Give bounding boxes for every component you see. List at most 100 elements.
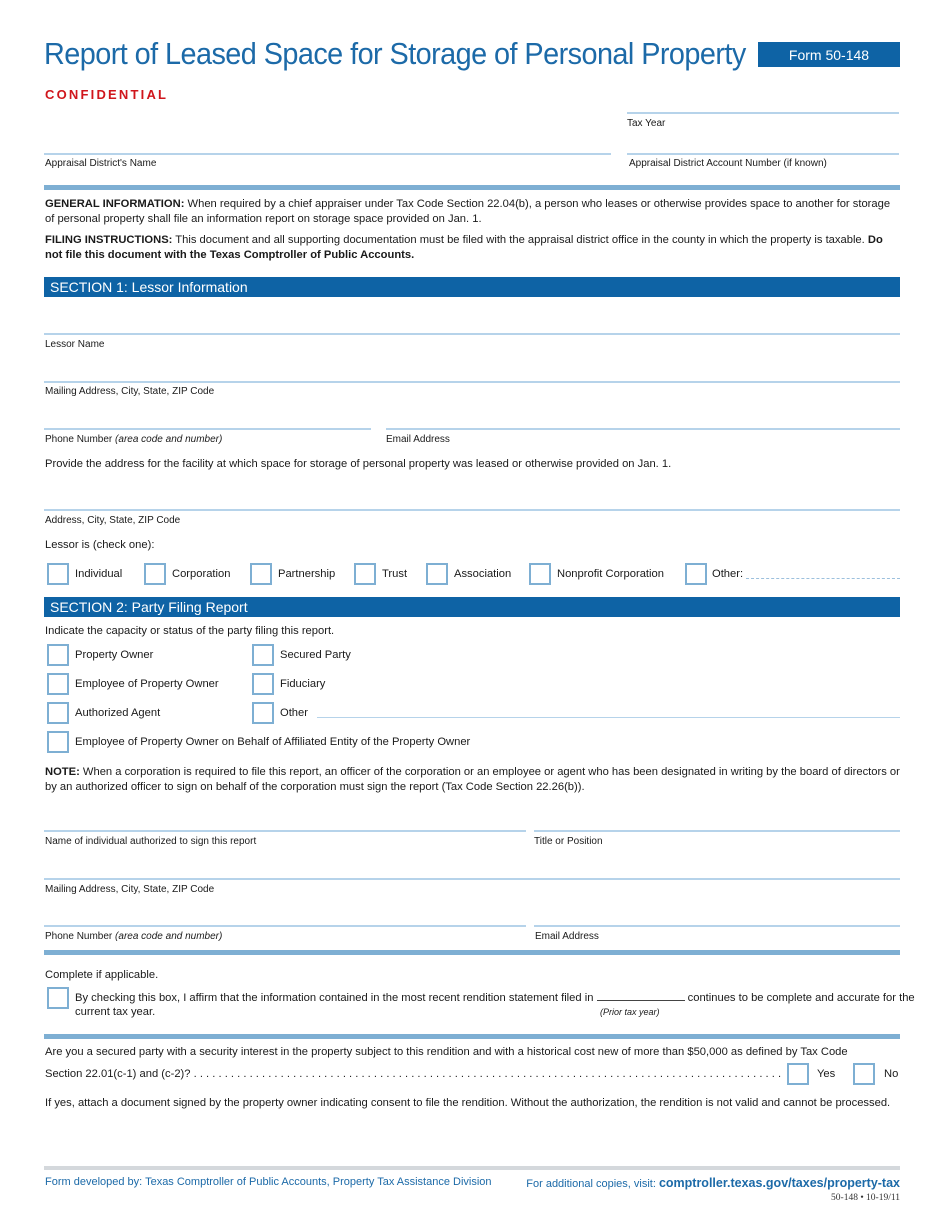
checkbox-partnership[interactable] (250, 563, 272, 585)
confidential-label: CONFIDENTIAL (45, 87, 169, 102)
filer-phone-field[interactable] (44, 925, 526, 927)
other-party-field[interactable] (317, 717, 900, 718)
filer-mailing-address-field[interactable] (44, 878, 900, 880)
additional-copies: For additional copies, visit: comptrolle… (526, 1176, 900, 1190)
form-developer-credit: Form developed by: Texas Comptroller of … (45, 1176, 492, 1188)
label-corporation: Corporation (172, 568, 231, 580)
affirm-statement-line2: current tax year. (75, 1006, 156, 1018)
label-other-party: Other (280, 707, 308, 719)
signer-name-label: Name of individual authorized to sign th… (45, 836, 257, 847)
prior-tax-year-hint: (Prior tax year) (600, 1007, 660, 1017)
form-revision-code: 50-148 • 10-19/11 (831, 1193, 900, 1203)
affirm-statement-post: continues to be complete and accurate fo… (684, 992, 915, 1004)
lessor-name-field[interactable] (44, 333, 900, 335)
checkbox-employee-of-property-owner[interactable] (47, 673, 69, 695)
affirm-statement-pre: By checking this box, I affirm that the … (75, 992, 597, 1004)
additional-copies-prefix: For additional copies, visit: (526, 1178, 659, 1190)
affirm-statement-line1: By checking this box, I affirm that the … (75, 991, 915, 1004)
tax-year-field[interactable] (627, 112, 899, 114)
checkbox-nonprofit-corporation[interactable] (529, 563, 551, 585)
checkbox-individual[interactable] (47, 563, 69, 585)
filer-email-field[interactable] (534, 925, 900, 927)
checkbox-employee-affiliated-entity[interactable] (47, 731, 69, 753)
phone-label-text: Phone Number (45, 434, 116, 445)
secured-party-instruction: If yes, attach a document signed by the … (45, 1097, 891, 1109)
checkbox-other[interactable] (685, 563, 707, 585)
checkbox-affirm-rendition[interactable] (47, 987, 69, 1009)
checkbox-secured-party[interactable] (252, 644, 274, 666)
checkbox-other-party[interactable] (252, 702, 274, 724)
facility-address-prompt: Provide the address for the facility at … (45, 458, 672, 470)
label-fiduciary: Fiduciary (280, 678, 326, 690)
checkbox-secured-yes[interactable] (787, 1063, 809, 1085)
filing-instructions: FILING INSTRUCTIONS: This document and a… (45, 233, 901, 263)
lessor-email-field[interactable] (386, 428, 900, 430)
facility-address-label: Address, City, State, ZIP Code (45, 515, 181, 526)
corporation-note: NOTE: When a corporation is required to … (45, 765, 901, 795)
label-secured-party: Secured Party (280, 649, 351, 661)
filer-phone-label: Phone Number (area code and number) (45, 931, 222, 942)
label-employee-affiliated-entity: Employee of Property Owner on Behalf of … (75, 736, 471, 748)
label-secured-no: No (884, 1068, 899, 1080)
checkbox-association[interactable] (426, 563, 448, 585)
divider (44, 1034, 900, 1039)
label-employee-of-property-owner: Employee of Property Owner (75, 678, 219, 690)
label-authorized-agent: Authorized Agent (75, 707, 161, 719)
other-lessor-type-field[interactable] (746, 578, 900, 579)
checkbox-secured-no[interactable] (853, 1063, 875, 1085)
form-number-badge: Form 50-148 (758, 42, 900, 67)
prior-tax-year-field[interactable] (596, 991, 685, 1001)
signer-name-field[interactable] (44, 830, 526, 832)
filer-email-label: Email Address (535, 931, 599, 942)
filing-instructions-text: This document and all supporting documen… (172, 234, 868, 246)
checkbox-property-owner[interactable] (47, 644, 69, 666)
footer-divider (44, 1166, 900, 1170)
checkbox-fiduciary[interactable] (252, 673, 274, 695)
filer-mailing-address-label: Mailing Address, City, State, ZIP Code (45, 884, 215, 895)
label-partnership: Partnership (278, 568, 336, 580)
facility-address-field[interactable] (44, 509, 900, 511)
label-individual: Individual (75, 568, 123, 580)
comptroller-link[interactable]: comptroller.texas.gov/taxes/property-tax (659, 1176, 900, 1190)
account-number-field[interactable] (627, 153, 899, 155)
lessor-phone-label: Phone Number (area code and number) (45, 434, 222, 445)
lessor-mailing-address-field[interactable] (44, 381, 900, 383)
filer-phone-label-text: Phone Number (45, 931, 116, 942)
section-2-header: SECTION 2: Party Filing Report (44, 597, 900, 617)
checkbox-trust[interactable] (354, 563, 376, 585)
form-title: Report of Leased Space for Storage of Pe… (44, 36, 746, 71)
label-association: Association (454, 568, 512, 580)
account-number-label: Appraisal District Account Number (if kn… (629, 158, 827, 169)
lessor-mailing-address-label: Mailing Address, City, State, ZIP Code (45, 386, 215, 397)
divider (44, 950, 900, 955)
tax-year-label: Tax Year (627, 118, 666, 129)
title-position-label: Title or Position (534, 836, 603, 847)
appraisal-district-name-field[interactable] (44, 153, 611, 155)
checkbox-corporation[interactable] (144, 563, 166, 585)
section-1-header: SECTION 1: Lessor Information (44, 277, 900, 297)
lessor-email-label: Email Address (386, 434, 450, 445)
secured-party-question-line2: Section 22.01(c-1) and (c-2)? . . . . . … (45, 1068, 783, 1080)
filer-phone-label-hint: (area code and number) (115, 931, 223, 942)
lessor-name-label: Lessor Name (45, 339, 105, 350)
title-position-field[interactable] (534, 830, 900, 832)
general-information: GENERAL INFORMATION: When required by a … (45, 197, 901, 227)
label-nonprofit-corporation: Nonprofit Corporation (557, 568, 664, 580)
divider (44, 185, 900, 190)
secured-party-question-line1: Are you a secured party with a security … (45, 1046, 848, 1058)
phone-label-hint: (area code and number) (115, 434, 223, 445)
complete-if-applicable-heading: Complete if applicable. (45, 969, 159, 981)
lessor-type-prompt: Lessor is (check one): (45, 539, 155, 551)
label-secured-yes: Yes (817, 1068, 836, 1080)
label-trust: Trust (382, 568, 408, 580)
appraisal-district-name-label: Appraisal District's Name (45, 158, 157, 169)
label-other: Other: (712, 568, 744, 580)
checkbox-authorized-agent[interactable] (47, 702, 69, 724)
general-information-label: GENERAL INFORMATION: (45, 198, 185, 210)
label-property-owner: Property Owner (75, 649, 154, 661)
note-label: NOTE: (45, 766, 80, 778)
filing-capacity-prompt: Indicate the capacity or status of the p… (45, 625, 335, 637)
filing-instructions-label: FILING INSTRUCTIONS: (45, 234, 173, 246)
note-text: When a corporation is required to file t… (45, 766, 900, 793)
lessor-phone-field[interactable] (44, 428, 371, 430)
